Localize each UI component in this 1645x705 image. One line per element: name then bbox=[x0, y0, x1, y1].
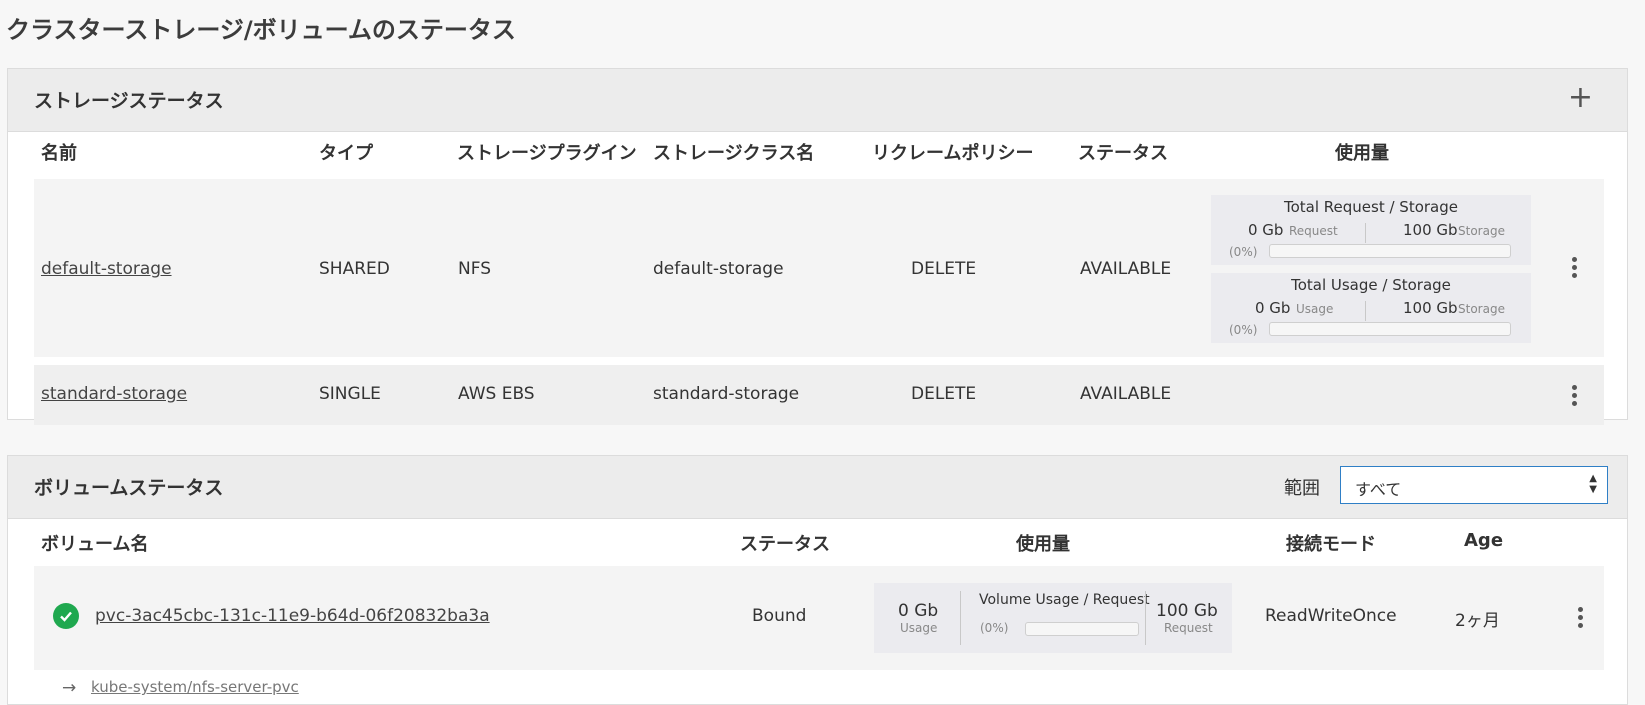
storage-plugin: NFS bbox=[458, 259, 491, 279]
usage-label: Usage bbox=[900, 621, 938, 635]
storage-plugin: AWS EBS bbox=[458, 384, 535, 404]
col-header-class: ストレージクラス名 bbox=[653, 143, 815, 164]
plus-icon: + bbox=[1567, 80, 1593, 115]
access-mode: ReadWriteOnce bbox=[1265, 606, 1397, 626]
volume-name-link[interactable]: pvc-3ac45cbc-131c-11e9-b64d-06f20832ba3a bbox=[95, 606, 490, 626]
volume-usage-box: 0 Gb Usage Volume Usage / Request (0%) 1… bbox=[874, 583, 1232, 653]
page-title: クラスターストレージ/ボリュームのステータス bbox=[6, 16, 516, 44]
usage-divider bbox=[1145, 591, 1146, 645]
kebab-dot bbox=[1571, 401, 1577, 406]
usage-percent: (0%) bbox=[980, 621, 1009, 635]
usage-value: 0 Gb bbox=[1255, 299, 1291, 317]
storage-panel-title: ストレージステータス bbox=[34, 90, 224, 112]
usage-progress-bar bbox=[1025, 622, 1139, 636]
kebab-dot bbox=[1577, 607, 1583, 612]
range-select[interactable]: すべて ▲ ▼ bbox=[1340, 466, 1608, 504]
storage-status-panel: ストレージステータス + 名前 タイプ ストレージプラグイン ストレージクラス名… bbox=[7, 68, 1628, 425]
row-menu-kebab[interactable] bbox=[1577, 607, 1583, 628]
storage-status: AVAILABLE bbox=[1080, 259, 1172, 279]
storage-name-link[interactable]: default-storage bbox=[41, 259, 172, 279]
kebab-dot bbox=[1577, 623, 1583, 628]
usage-percent: (0%) bbox=[1229, 323, 1258, 337]
kebab-dot bbox=[1571, 393, 1577, 398]
storage-panel-header: ストレージステータス + bbox=[8, 69, 1627, 132]
table-row: pvc-3ac45cbc-131c-11e9-b64d-06f20832ba3a… bbox=[34, 566, 1604, 670]
claim-link[interactable]: kube-system/nfs-server-pvc bbox=[91, 678, 299, 696]
storage-label: Storage bbox=[1458, 224, 1505, 238]
storage-class: default-storage bbox=[653, 259, 784, 279]
col-header-volume-status: ステータス bbox=[740, 534, 830, 555]
add-storage-button[interactable]: + bbox=[1568, 81, 1593, 115]
kebab-dot bbox=[1577, 615, 1583, 620]
storage-reclaim: DELETE bbox=[911, 259, 977, 279]
kebab-dot bbox=[1571, 265, 1577, 270]
storage-name-link[interactable]: standard-storage bbox=[41, 384, 187, 404]
claim-arrow-icon: → bbox=[62, 678, 77, 698]
col-header-age: Age bbox=[1464, 530, 1504, 551]
volume-status-panel: ボリュームステータス 範囲 すべて ▲ ▼ ボリューム名 ステータス 使用量 接続… bbox=[7, 455, 1628, 705]
col-header-plugin: ストレージプラグイン bbox=[457, 143, 637, 164]
storage-type: SHARED bbox=[319, 259, 390, 279]
row-menu-kebab[interactable] bbox=[1571, 257, 1577, 278]
request-usage-box: Total Request / Storage 0 Gb Request 100… bbox=[1211, 195, 1531, 265]
volume-usage-title: Volume Usage / Request bbox=[979, 592, 1150, 608]
volume-panel-header: ボリュームステータス 範囲 すべて ▲ ▼ bbox=[8, 456, 1627, 519]
usage-divider bbox=[960, 591, 961, 645]
volume-age: 2ヶ月 bbox=[1455, 611, 1500, 631]
col-header-mode: 接続モード bbox=[1286, 534, 1376, 555]
table-row: standard-storage SINGLE AWS EBS standard… bbox=[34, 365, 1604, 425]
col-header-reclaim: リクレームポリシー bbox=[872, 143, 1034, 164]
col-header-name: 名前 bbox=[41, 143, 77, 164]
storage-value: 100 Gb bbox=[1403, 221, 1458, 239]
request-label: Request bbox=[1289, 224, 1338, 238]
storage-reclaim: DELETE bbox=[911, 384, 977, 404]
volume-status: Bound bbox=[752, 606, 807, 626]
usage-percent: (0%) bbox=[1229, 245, 1258, 259]
range-label: 範囲 bbox=[1284, 478, 1320, 499]
request-value: 0 Gb bbox=[1248, 221, 1284, 239]
table-row: default-storage SHARED NFS default-stora… bbox=[34, 179, 1604, 357]
storage-label: Storage bbox=[1458, 302, 1505, 316]
usage-progress-bar bbox=[1269, 322, 1511, 336]
row-menu-kebab[interactable] bbox=[1571, 385, 1577, 406]
usage-divider bbox=[1365, 223, 1366, 243]
col-header-status: ステータス bbox=[1078, 143, 1168, 164]
storage-status: AVAILABLE bbox=[1080, 384, 1172, 404]
request-label: Request bbox=[1164, 621, 1213, 635]
range-select-value: すべて bbox=[1355, 480, 1402, 499]
col-header-volume-name: ボリューム名 bbox=[41, 534, 149, 555]
usage-title: Total Request / Storage bbox=[1283, 198, 1458, 216]
total-usage-box: Total Usage / Storage 0 Gb Usage 100 Gb … bbox=[1211, 273, 1531, 343]
kebab-dot bbox=[1571, 385, 1577, 390]
storage-class: standard-storage bbox=[653, 384, 800, 404]
storage-value: 100 Gb bbox=[1403, 299, 1458, 317]
col-header-usage: 使用量 bbox=[1335, 143, 1389, 164]
volume-panel-title: ボリュームステータス bbox=[34, 477, 224, 499]
usage-divider bbox=[1365, 301, 1366, 321]
col-header-type: タイプ bbox=[319, 143, 373, 164]
usage-title: Total Usage / Storage bbox=[1291, 276, 1451, 294]
request-value: 100 Gb bbox=[1156, 601, 1218, 621]
usage-label: Usage bbox=[1296, 302, 1334, 316]
storage-type: SINGLE bbox=[319, 384, 381, 404]
col-header-volume-usage: 使用量 bbox=[1016, 534, 1070, 555]
bound-check-icon bbox=[53, 603, 79, 629]
kebab-dot bbox=[1571, 257, 1577, 262]
usage-progress-bar bbox=[1269, 244, 1511, 258]
kebab-dot bbox=[1571, 273, 1577, 278]
select-arrows-icon: ▲ ▼ bbox=[1589, 473, 1597, 495]
usage-value: 0 Gb bbox=[898, 601, 939, 621]
